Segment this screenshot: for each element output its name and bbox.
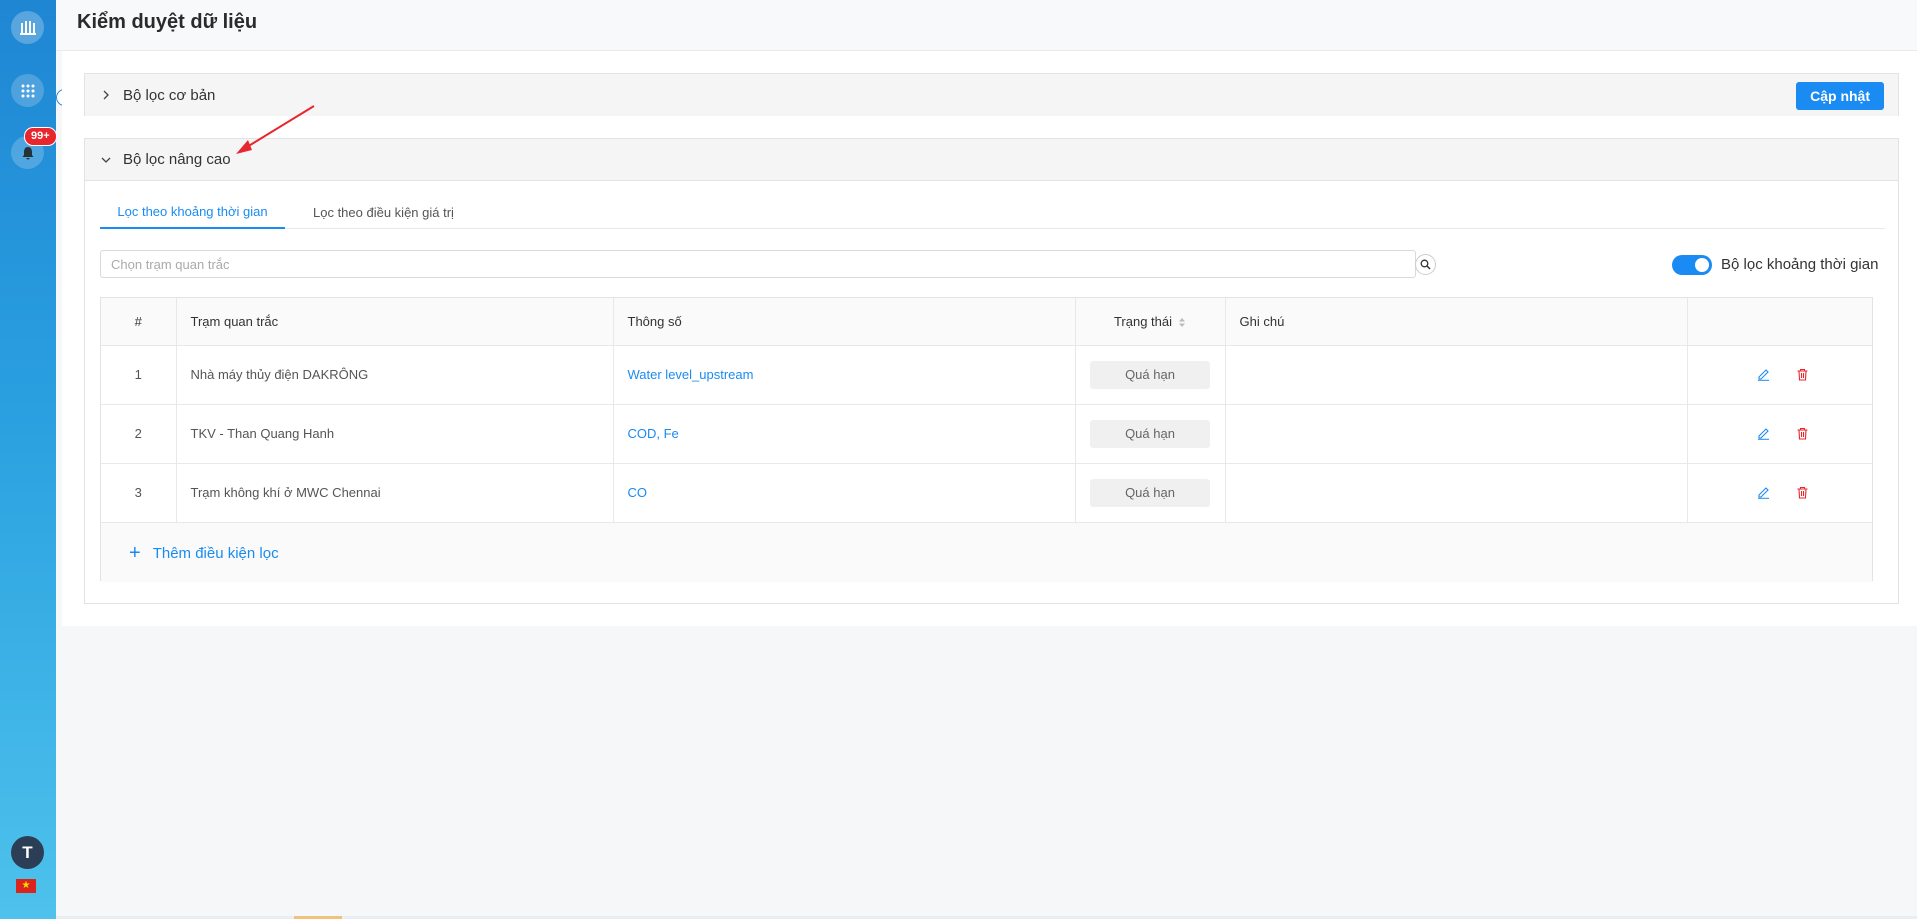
col-parameter: Thông số (613, 298, 1076, 346)
apps-grid-icon[interactable] (11, 74, 44, 107)
status-badge: Quá hạn (1090, 478, 1210, 507)
advanced-filter-panel: Bộ lọc nâng cao Lọc theo khoảng thời gia… (84, 138, 1899, 604)
vietnam-flag-icon[interactable]: ★ (16, 879, 36, 893)
update-button[interactable]: Cập nhật (1796, 82, 1884, 110)
edit-icon[interactable] (1757, 368, 1770, 381)
annotation-arrow (236, 105, 315, 154)
advanced-filter-header[interactable]: Bộ lọc nâng cao (85, 139, 1898, 181)
tab-time-range[interactable]: Lọc theo khoảng thời gian (100, 195, 285, 229)
sidebar: 99+ T ★ (0, 0, 57, 919)
delete-icon[interactable] (1796, 427, 1809, 440)
page-header: Kiểm duyệt dữ liệu (56, 0, 1917, 51)
row-number: 1 (101, 345, 177, 405)
tab-value-condition[interactable]: Lọc theo điều kiện giá trị (313, 195, 454, 229)
search-icon[interactable] (1415, 254, 1436, 275)
delete-icon[interactable] (1796, 368, 1809, 381)
toggle-label: Bộ lọc khoảng thời gian (1721, 256, 1879, 273)
table-row: 2 TKV - Than Quang Hanh COD, Fe Quá hạn (101, 404, 1872, 464)
table-row: 1 Nhà máy thủy điện DAKRÔNG Water level_… (101, 345, 1872, 405)
basic-filter-title: Bộ lọc cơ bản (123, 86, 216, 104)
status-badge: Quá hạn (1090, 360, 1210, 389)
user-avatar[interactable]: T (11, 836, 44, 869)
filter-table: # Trạm quan trắc Thông số Trạng thái Ghi… (100, 297, 1873, 582)
row-note (1225, 345, 1688, 405)
page-title: Kiểm duyệt dữ liệu (77, 11, 258, 33)
row-station: TKV - Than Quang Hanh (176, 404, 614, 464)
row-parameter-link[interactable]: CO (628, 485, 648, 500)
add-condition-label: Thêm điều kiện lọc (152, 544, 279, 562)
row-number: 3 (101, 463, 177, 523)
edit-icon[interactable] (1757, 486, 1770, 499)
delete-icon[interactable] (1796, 486, 1809, 499)
plus-icon: + (129, 542, 141, 564)
col-status-label: Trạng thái (1113, 313, 1173, 329)
row-number: 2 (101, 404, 177, 464)
chevron-right-icon (103, 90, 109, 100)
table-row: 3 Trạm không khí ở MWC Chennai CO Quá hạ… (101, 463, 1872, 523)
table-header-row: # Trạm quan trắc Thông số Trạng thái Ghi… (101, 298, 1872, 346)
add-condition-button[interactable]: + Thêm điều kiện lọc (101, 524, 1872, 582)
row-station: Nhà máy thủy điện DAKRÔNG (176, 345, 614, 405)
col-actions (1687, 298, 1872, 346)
advanced-filter-title: Bộ lọc nâng cao (123, 151, 231, 168)
edit-icon[interactable] (1757, 427, 1770, 440)
col-number: # (101, 298, 177, 346)
logo-icon[interactable] (11, 11, 44, 44)
basic-filter-panel: Bộ lọc cơ bản Cập nhật (84, 73, 1899, 116)
filter-tabs: Lọc theo khoảng thời gian Lọc theo điều … (100, 195, 1885, 229)
basic-filter-header[interactable]: Bộ lọc cơ bản Cập nhật (85, 74, 1898, 116)
row-note (1225, 463, 1688, 523)
col-status[interactable]: Trạng thái (1075, 298, 1226, 346)
chevron-down-icon (101, 157, 111, 163)
row-parameter-link[interactable]: Water level_upstream (628, 367, 754, 382)
notification-badge: 99+ (24, 127, 57, 146)
row-parameter-link[interactable]: COD, Fe (628, 426, 679, 441)
status-badge: Quá hạn (1090, 419, 1210, 448)
row-station: Trạm không khí ở MWC Chennai (176, 463, 614, 523)
col-note: Ghi chú (1225, 298, 1688, 346)
time-range-toggle[interactable] (1672, 255, 1712, 275)
col-station: Trạm quan trắc (176, 298, 614, 346)
sort-icon[interactable] (1178, 317, 1186, 328)
station-search-input[interactable]: Chọn trạm quan trắc (100, 250, 1416, 278)
row-note (1225, 404, 1688, 464)
